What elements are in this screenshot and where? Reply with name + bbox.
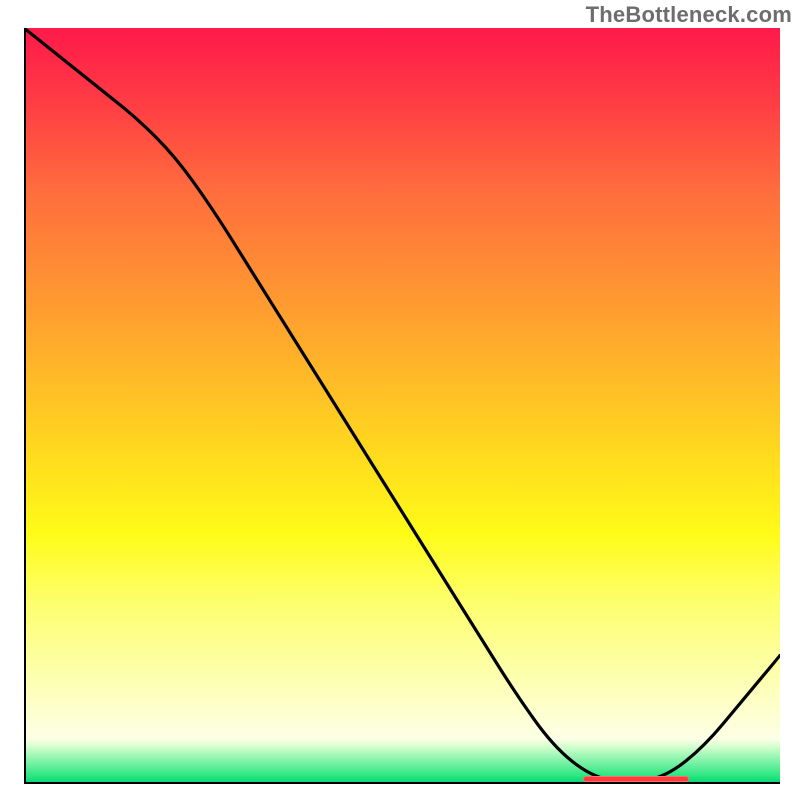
optimal-range-marker: [583, 776, 689, 782]
attribution-text: TheBottleneck.com: [586, 2, 792, 28]
chart-gradient-background: [24, 28, 780, 784]
